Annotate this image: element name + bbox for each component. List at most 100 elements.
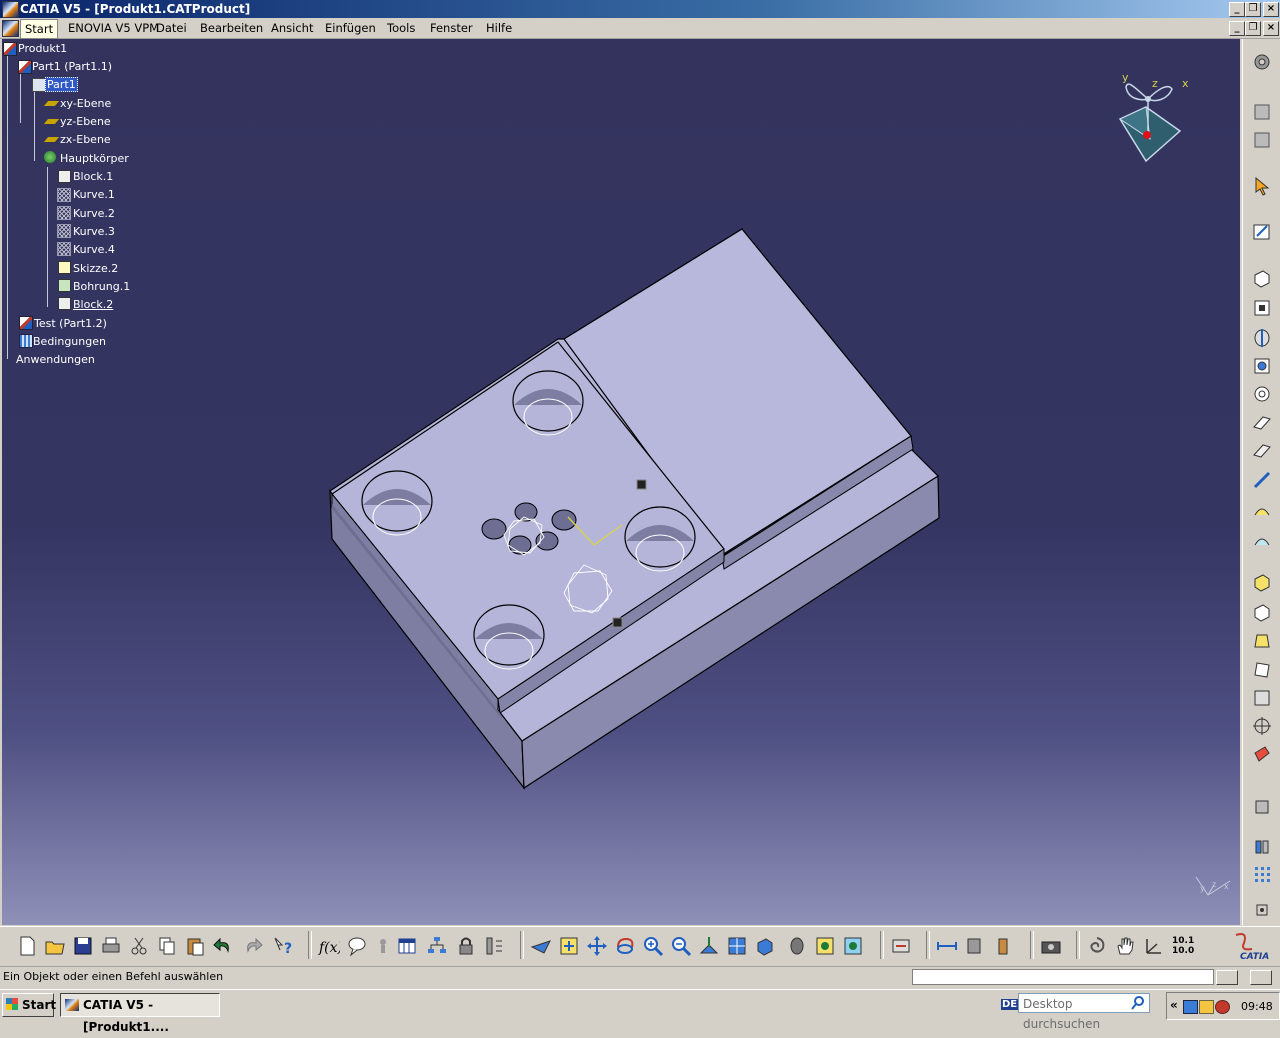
part-icon[interactable] [32, 78, 46, 92]
doc-close-button[interactable]: × [1263, 21, 1279, 36]
print-icon[interactable] [100, 935, 122, 957]
tree-part1-selected[interactable]: Part1 [45, 77, 78, 92]
command-input[interactable] [912, 969, 1214, 985]
paste-icon[interactable] [184, 935, 206, 957]
sort-icon[interactable] [484, 935, 506, 957]
tree-skizze2[interactable]: Skizze.2 [73, 262, 118, 275]
save-icon[interactable] [72, 935, 94, 957]
3d-viewport[interactable]: y z x y z x Produkt1 Part1 (Part1.1) Par… [2, 39, 1240, 925]
pocket-icon[interactable] [1251, 297, 1273, 319]
menu-hilfe[interactable]: Hilfe [486, 21, 512, 35]
copy-icon[interactable] [156, 935, 178, 957]
body-gear-icon[interactable] [44, 151, 56, 163]
fly-mode-icon[interactable] [530, 935, 552, 957]
menu-enovia[interactable]: ENOVIA V5 VPM [68, 21, 159, 35]
hole-icon[interactable] [1251, 355, 1273, 377]
thread-icon[interactable] [1251, 715, 1273, 737]
status-button-left[interactable] [1216, 970, 1238, 985]
zoom-in-icon[interactable] [642, 935, 664, 957]
sketcher-icon[interactable] [1251, 221, 1273, 243]
tray-expand-arrow[interactable]: « [1170, 998, 1178, 1012]
scaling-icon[interactable] [1251, 899, 1273, 921]
tree-kurve3[interactable]: Kurve.3 [73, 225, 115, 238]
tree-yz-plane[interactable]: yz-Ebene [60, 115, 111, 128]
menu-start[interactable]: Start [20, 19, 59, 39]
remove-loft-icon[interactable] [1251, 529, 1273, 551]
groove-icon[interactable] [1251, 383, 1273, 405]
formula-icon[interactable] [1251, 129, 1273, 151]
cut-icon[interactable] [128, 935, 150, 957]
iso-view-icon[interactable] [754, 935, 776, 957]
graph-tree-icon[interactable] [426, 935, 448, 957]
normal-view-icon[interactable] [698, 935, 720, 957]
tree-kurve2[interactable]: Kurve.2 [73, 207, 115, 220]
tree-bedingungen[interactable]: Bedingungen [33, 335, 106, 348]
tree-produkt1[interactable]: Produkt1 [18, 42, 67, 55]
formula-fx-icon[interactable]: f(x) [318, 935, 340, 957]
pan-icon[interactable] [586, 935, 608, 957]
pattern-icon[interactable] [1251, 863, 1273, 885]
document-icon[interactable] [2, 20, 19, 37]
redo-icon[interactable] [242, 935, 264, 957]
knowledge-icon[interactable] [372, 935, 394, 957]
hide-show-icon[interactable] [814, 935, 836, 957]
search-icon[interactable] [1130, 995, 1146, 1011]
close-button[interactable]: × [1263, 2, 1279, 17]
rib-icon[interactable] [1251, 411, 1273, 433]
shading-icon[interactable] [786, 935, 808, 957]
chamfer-icon[interactable] [1251, 601, 1273, 623]
gear-icon[interactable] [1251, 51, 1273, 73]
tree-zx-plane[interactable]: zx-Ebene [60, 133, 111, 146]
axis-system-icon[interactable] [1142, 935, 1164, 957]
fit-all-icon[interactable] [558, 935, 580, 957]
whats-this-icon[interactable]: ? [272, 935, 294, 957]
network-icon[interactable] [1183, 1000, 1198, 1014]
shell-icon[interactable] [1251, 659, 1273, 681]
table-icon[interactable] [396, 935, 418, 957]
menu-bearbeiten[interactable]: Bearbeiten [200, 21, 263, 35]
multi-view-icon[interactable] [726, 935, 748, 957]
start-button[interactable]: Start [2, 993, 56, 1017]
mirror-icon[interactable] [1251, 835, 1273, 857]
tree-kurve4[interactable]: Kurve.4 [73, 243, 115, 256]
tray-app-icon[interactable] [1199, 1000, 1214, 1014]
tree-kurve1[interactable]: Kurve.1 [73, 188, 115, 201]
remove-face-icon[interactable] [1251, 743, 1273, 765]
slot-icon[interactable] [1251, 439, 1273, 461]
doc-minimize-button[interactable]: _ [1229, 21, 1245, 36]
status-button-right[interactable] [1250, 970, 1272, 985]
catia-app-icon[interactable] [2, 1, 19, 18]
camera-icon[interactable] [1040, 935, 1062, 957]
taskbar-catia-window[interactable]: CATIA V5 - [Produkt1.... [60, 993, 220, 1034]
part-instance-icon[interactable] [19, 316, 33, 330]
translation-icon[interactable] [1251, 795, 1273, 817]
tree-part1-instance[interactable]: Part1 (Part1.1) [32, 60, 112, 73]
open-folder-icon[interactable] [44, 935, 66, 957]
shaft-icon[interactable] [1251, 327, 1273, 349]
tree-block1[interactable]: Block.1 [73, 170, 113, 183]
restore-button[interactable]: ❐ [1245, 2, 1261, 17]
measure-icon[interactable] [936, 935, 958, 957]
draft-icon[interactable] [1251, 629, 1273, 651]
antivirus-icon[interactable] [1215, 1000, 1230, 1014]
part-instance-icon[interactable] [18, 60, 32, 74]
parameters-icon[interactable] [1251, 101, 1273, 123]
tree-hauptkoerper[interactable]: Hauptkörper [60, 152, 129, 165]
measure-inertia-icon[interactable] [992, 935, 1014, 957]
menu-fenster[interactable]: Fenster [430, 21, 473, 35]
menu-einfuegen[interactable]: Einfügen [325, 21, 376, 35]
doc-restore-button[interactable]: ❐ [1245, 21, 1261, 36]
menu-datei[interactable]: Datei [156, 21, 187, 35]
tree-xy-plane[interactable]: xy-Ebene [60, 97, 111, 110]
update-icon[interactable] [890, 935, 912, 957]
measure-item-icon[interactable] [964, 935, 986, 957]
comment-icon[interactable] [346, 935, 368, 957]
language-indicator[interactable]: DE [1001, 999, 1019, 1010]
lock-icon[interactable] [455, 935, 477, 957]
tree-bohrung1[interactable]: Bohrung.1 [73, 280, 130, 293]
undo-icon[interactable] [212, 935, 234, 957]
rotate-icon[interactable] [614, 935, 636, 957]
product-icon[interactable] [3, 42, 17, 56]
zoom-out-icon[interactable] [670, 935, 692, 957]
menu-ansicht[interactable]: Ansicht [271, 21, 313, 35]
